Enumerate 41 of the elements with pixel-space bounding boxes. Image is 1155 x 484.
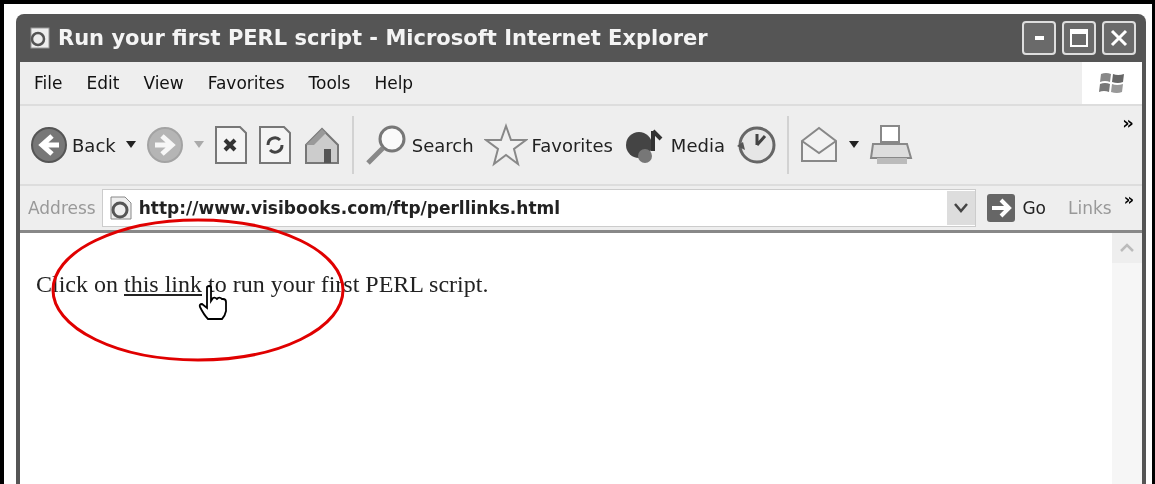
maximize-icon [1069,28,1089,48]
stop-button[interactable] [213,125,248,165]
maximize-button[interactable] [1062,21,1096,55]
menu-item[interactable]: Help [362,73,426,93]
dropdown-caret-icon[interactable] [125,141,136,149]
menu-item[interactable]: Edit [74,73,132,93]
menu-item[interactable]: View [131,73,196,93]
page-icon [28,26,52,50]
media-button[interactable]: Media [622,125,725,165]
window-title: Run your first PERL script - Microsoft Internet Explorer [58,26,709,50]
links-more-chevron[interactable]: » [1123,190,1134,209]
address-label: Address [28,198,96,218]
windows-logo-icon [1098,70,1126,96]
stop-icon [213,125,248,165]
address-field[interactable]: http://www.visibooks.com/ftp/perllinks.html [138,198,942,218]
dropdown-chevron-icon[interactable] [954,203,969,213]
search-button[interactable]: Search [363,123,474,167]
mail-button[interactable] [798,125,839,165]
minimize-button[interactable] [1022,21,1056,55]
printer-icon [868,124,913,166]
text-link[interactable]: this link [124,271,202,297]
star-icon [483,123,528,167]
back-button[interactable]: Back [30,126,116,164]
favorites-button[interactable]: Favorites [483,123,613,167]
page-icon [108,195,133,221]
arrow-right-icon [986,193,1017,223]
go-button[interactable]: Go [982,193,1062,223]
menu-item[interactable]: Favorites [195,73,297,93]
close-button[interactable] [1102,21,1136,55]
menu-item[interactable]: File [20,73,75,93]
address-field[interactable]: http://www.visibooks.com/ftp/perllinks.html [101,189,977,227]
minimize-icon [1034,36,1044,40]
menu-item[interactable]: Tools [296,73,363,93]
chevron-up-icon [1120,243,1134,253]
refresh-icon [257,125,292,165]
refresh-button[interactable] [257,125,292,165]
envelope-icon [798,125,839,165]
print-button[interactable] [868,124,913,166]
close-icon [1109,28,1129,48]
dropdown-caret-icon[interactable] [848,141,859,149]
toolbar-more-chevron[interactable]: » [1122,112,1134,133]
